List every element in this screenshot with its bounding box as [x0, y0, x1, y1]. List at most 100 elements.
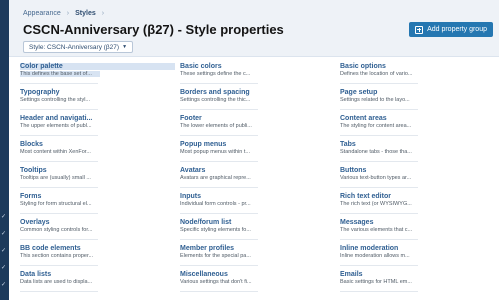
- property-group-item[interactable]: Data lists Data lists are used to displa…: [20, 266, 175, 292]
- property-group-title: Basic options: [340, 63, 386, 70]
- property-group-item[interactable]: Member profiles Elements for the special…: [180, 240, 335, 266]
- property-group-title: Overlays: [20, 219, 50, 226]
- property-group-description: Standalone tabs - those tha...: [340, 149, 412, 155]
- page-title: CSCN-Anniversary (β27) - Style propertie…: [23, 22, 284, 37]
- property-group-description: Data lists are used to displa...: [20, 279, 93, 285]
- property-group-item[interactable]: Inputs Individual form controls - pr...: [180, 188, 335, 214]
- property-group-title: Tabs: [340, 141, 356, 148]
- property-group-title: Footer: [180, 115, 202, 122]
- divider: [340, 291, 418, 292]
- add-property-group-button[interactable]: Add property group: [409, 22, 493, 37]
- property-group-title: Node/forum list: [180, 219, 232, 226]
- property-group-title: Page setup: [340, 89, 378, 96]
- divider: [180, 291, 258, 292]
- property-group-item[interactable]: Messages The various elements that c...: [340, 214, 495, 240]
- property-group-description: Elements for the special pa...: [180, 253, 251, 259]
- property-group-item[interactable]: Tabs Standalone tabs - those tha...: [340, 136, 495, 162]
- property-group-title: Popup menus: [180, 141, 227, 148]
- property-group-title: Blocks: [20, 141, 43, 148]
- property-group-title: Data lists: [20, 271, 52, 278]
- property-group-item[interactable]: Node/forum list Specific styling element…: [180, 214, 335, 240]
- property-group-item[interactable]: Color palette This defines the base set …: [20, 58, 175, 84]
- property-group-description: Most content within XenFor...: [20, 149, 91, 155]
- property-group-description: Individual form controls - pr...: [180, 201, 251, 207]
- property-group-description: Various text-button types ar...: [340, 175, 412, 181]
- property-group-description: Defines the location of vario...: [340, 71, 413, 77]
- property-group-title: Member profiles: [180, 245, 235, 252]
- breadcrumb-separator-icon: ›: [101, 10, 105, 17]
- property-group-title: Emails: [340, 271, 363, 278]
- breadcrumb: Appearance › Styles ›: [23, 10, 104, 17]
- add-icon: [415, 25, 424, 34]
- property-group-item[interactable]: Blocks Most content within XenFor...: [20, 136, 175, 162]
- property-group-description: Specific styling elements fo...: [180, 227, 251, 233]
- property-group-item[interactable]: Borders and spacing Settings controlling…: [180, 84, 335, 110]
- property-group-description: Settings related to the layo...: [340, 97, 410, 103]
- property-group-title: Messages: [340, 219, 374, 226]
- property-group-title: Miscellaneous: [180, 271, 228, 278]
- property-group-description: Settings controlling the styl...: [20, 97, 91, 103]
- breadcrumb-separator-icon: ›: [66, 10, 70, 17]
- sidebar-toggle-icon[interactable]: ✓: [1, 282, 7, 288]
- property-group-description: Styling for form structural el...: [20, 201, 92, 207]
- property-group-item[interactable]: Basic colors These settings define the c…: [180, 58, 335, 84]
- property-group-description: Most popup menus within t...: [180, 149, 251, 155]
- property-group-title: BB code elements: [20, 245, 81, 252]
- property-group-item[interactable]: Popup menus Most popup menus within t...: [180, 136, 335, 162]
- sidebar-toggle-icon[interactable]: ✓: [1, 248, 7, 254]
- property-group-title: Borders and spacing: [180, 89, 250, 96]
- property-group-description: Tooltips are (usually) small ...: [20, 175, 91, 181]
- property-group-title: Forms: [20, 193, 42, 200]
- admin-sidebar-rail: ✓ ✓ ✓ ✓ ✓: [0, 0, 9, 300]
- property-group-item[interactable]: Emails Basic settings for HTML em...: [340, 266, 495, 292]
- property-group-item[interactable]: Inline moderation Inline moderation allo…: [340, 240, 495, 266]
- property-group-grid: Color palette This defines the base set …: [9, 57, 499, 300]
- property-group-item[interactable]: Tooltips Tooltips are (usually) small ..…: [20, 162, 175, 188]
- property-group-description: The upper elements of publ...: [20, 123, 92, 129]
- property-group-description: Inline moderation allows m...: [340, 253, 410, 259]
- property-group-item[interactable]: Basic options Defines the location of va…: [340, 58, 495, 84]
- property-group-item[interactable]: Buttons Various text-button types ar...: [340, 162, 495, 188]
- sidebar-toggle-icon[interactable]: ✓: [1, 231, 7, 237]
- property-group-description: The styling for content area...: [340, 123, 412, 129]
- chevron-down-icon: ▼: [122, 44, 128, 50]
- property-group-title: Avatars: [180, 167, 206, 174]
- property-group-item[interactable]: Miscellaneous Various settings that don'…: [180, 266, 335, 292]
- property-group-item[interactable]: Content areas The styling for content ar…: [340, 110, 495, 136]
- property-group-description: This defines the base set of...: [20, 71, 100, 77]
- divider: [20, 291, 98, 292]
- property-group-description: Avatars are graphical repre...: [180, 175, 251, 181]
- property-group-title: Content areas: [340, 115, 387, 122]
- property-group-item[interactable]: Page setup Settings related to the layo.…: [340, 84, 495, 110]
- property-group-item[interactable]: Typography Settings controlling the styl…: [20, 84, 175, 110]
- property-group-title: Basic colors: [180, 63, 222, 70]
- property-group-title: Inputs: [180, 193, 201, 200]
- property-group-description: The rich text (or WYSIWYG...: [340, 201, 412, 207]
- property-group-title: Color palette: [20, 63, 175, 70]
- page-header: Appearance › Styles › CSCN-Anniversary (…: [9, 0, 499, 57]
- property-group-title: Header and navigati...: [20, 115, 93, 122]
- property-group-item[interactable]: Forms Styling for form structural el...: [20, 188, 175, 214]
- property-group-description: The various elements that c...: [340, 227, 413, 233]
- style-select-dropdown[interactable]: Style: CSCN-Anniversary (β27) ▼: [23, 41, 134, 53]
- add-property-group-label: Add property group: [427, 26, 487, 33]
- property-group-item[interactable]: Footer The lower elements of publi...: [180, 110, 335, 136]
- property-group-title: Inline moderation: [340, 245, 399, 252]
- breadcrumb-appearance[interactable]: Appearance: [23, 10, 61, 17]
- property-group-item[interactable]: Header and navigati... The upper element…: [20, 110, 175, 136]
- property-group-title: Buttons: [340, 167, 367, 174]
- property-group-description: Various settings that don't fi...: [180, 279, 252, 285]
- property-group-title: Typography: [20, 89, 60, 96]
- property-group-item[interactable]: Overlays Common styling controls for...: [20, 214, 175, 240]
- property-group-description: Common styling controls for...: [20, 227, 93, 233]
- style-select-label: Style: CSCN-Anniversary (β27): [29, 43, 120, 51]
- property-group-title: Tooltips: [20, 167, 47, 174]
- breadcrumb-styles[interactable]: Styles: [75, 10, 96, 17]
- property-group-item[interactable]: BB code elements This section contains p…: [20, 240, 175, 266]
- property-group-item[interactable]: Rich text editor The rich text (or WYSIW…: [340, 188, 495, 214]
- property-group-item[interactable]: Avatars Avatars are graphical repre...: [180, 162, 335, 188]
- property-group-description: The lower elements of publi...: [180, 123, 252, 129]
- sidebar-toggle-icon[interactable]: ✓: [1, 265, 7, 271]
- property-group-description: This section contains proper...: [20, 253, 94, 259]
- sidebar-toggle-icon[interactable]: ✓: [1, 214, 7, 220]
